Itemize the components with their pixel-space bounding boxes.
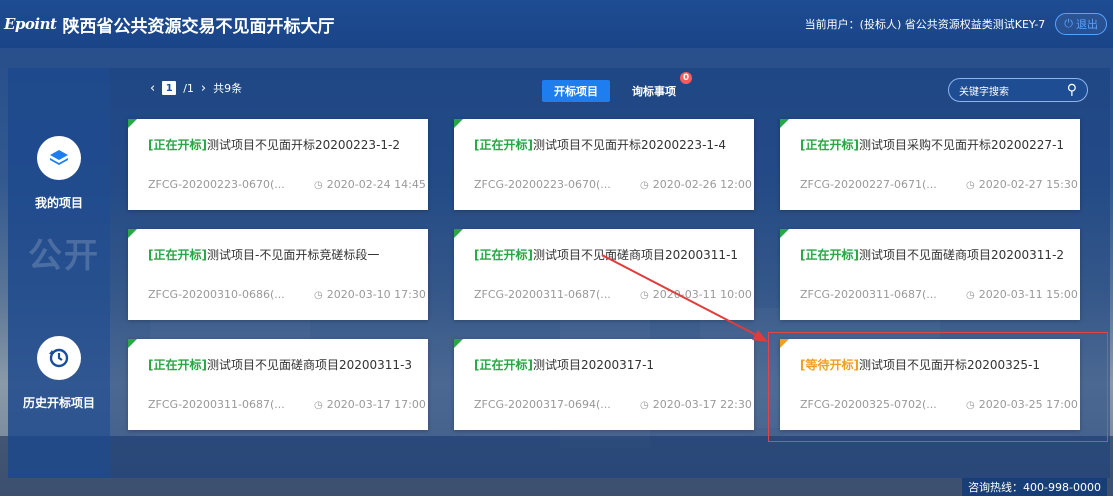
- hotline-text: 咨询热线：400-998-0000: [962, 478, 1107, 496]
- annotation-arrow-icon: [601, 254, 768, 342]
